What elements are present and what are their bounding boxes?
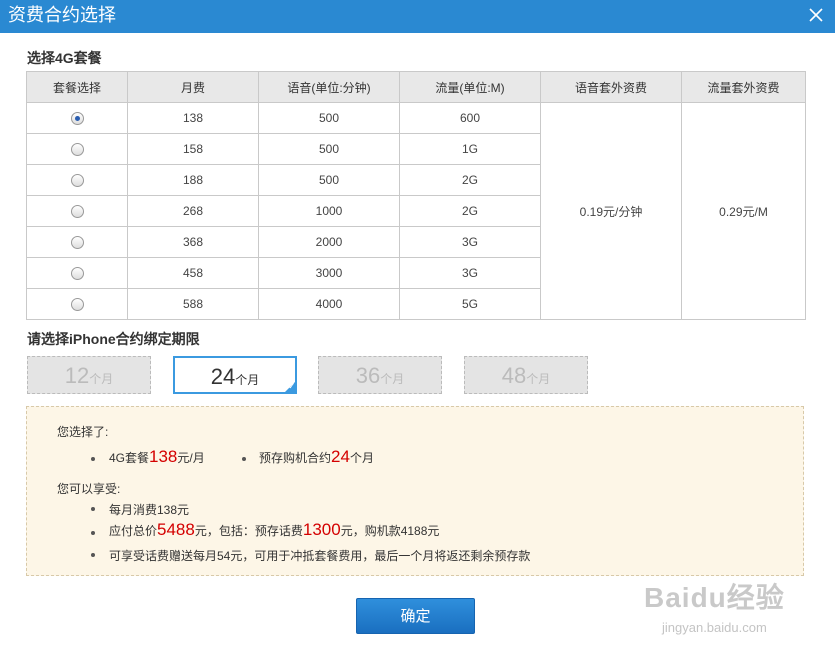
bullet [91, 553, 95, 557]
plan-section-title: 选择4G套餐 [27, 50, 102, 66]
plan-data-cell: 1G [399, 133, 541, 165]
column-header-voice-extra: 语音套外资费 [540, 71, 682, 103]
bullet [91, 531, 95, 535]
column-header-voice: 语音(单位:分钟) [258, 71, 400, 103]
term-number: 12 [64, 363, 90, 388]
column-header-select: 套餐选择 [26, 71, 128, 103]
benefit-heading: 您可以享受: [57, 482, 121, 496]
chosen-contract-value: 24 [331, 447, 350, 466]
plan-voice-cell: 500 [258, 102, 400, 134]
plan-radio[interactable] [70, 205, 84, 219]
plan-fee-cell: 588 [127, 288, 259, 320]
plan-radio[interactable] [70, 267, 84, 281]
term-number: 24 [210, 364, 236, 389]
plan-voice-cell: 2000 [258, 226, 400, 258]
data-extra-rate: 0.29元/M [681, 102, 806, 320]
plan-fee-cell: 268 [127, 195, 259, 227]
term-option-24[interactable]: 24个月 [173, 356, 297, 394]
plan-fee-cell: 158 [127, 133, 259, 165]
plan-fee-cell: 458 [127, 257, 259, 289]
bullet [91, 457, 95, 461]
plan-data-cell: 2G [399, 164, 541, 196]
plan-radio[interactable] [70, 174, 84, 188]
dialog-titlebar: 资费合约选择 [0, 0, 835, 33]
bullet [91, 507, 95, 511]
total-price-value: 5488 [157, 520, 195, 539]
confirm-button[interactable]: 确定 [356, 598, 475, 634]
plan-fee-cell: 138 [127, 102, 259, 134]
plan-select-cell[interactable] [26, 133, 128, 165]
selected-check-icon [283, 380, 297, 394]
plan-data-cell: 3G [399, 257, 541, 289]
plan-data-cell: 600 [399, 102, 541, 134]
plan-select-cell[interactable] [26, 102, 128, 134]
term-unit: 个月 [380, 372, 405, 386]
plan-voice-cell: 3000 [258, 257, 400, 289]
plan-voice-cell: 500 [258, 133, 400, 165]
close-icon[interactable] [806, 5, 826, 25]
watermark-logo: Baidu经验 [644, 582, 785, 613]
column-header-data-extra: 流量套外资费 [681, 71, 806, 103]
plan-table: 套餐选择 月费 语音(单位:分钟) 流量(单位:M) 语音套外资费 流量套外资费… [26, 71, 806, 320]
total-price: 应付总价5488元，包括：预存话费1300元，购机款4188元 [109, 520, 440, 539]
term-number: 36 [355, 363, 381, 388]
bullet [242, 457, 246, 461]
plan-select-cell[interactable] [26, 164, 128, 196]
prepay-value: 1300 [302, 520, 341, 539]
baidu-jingyan-watermark: Baidu经验 jingyan.baidu.com [640, 568, 830, 638]
plan-radio[interactable] [70, 112, 84, 126]
plan-select-cell[interactable] [26, 257, 128, 289]
term-option-48[interactable]: 48个月 [464, 356, 588, 394]
table-header-row: 套餐选择 月费 语音(单位:分钟) 流量(单位:M) 语音套外资费 流量套外资费 [26, 71, 806, 103]
column-header-fee: 月费 [127, 71, 259, 103]
plan-fee-cell: 188 [127, 164, 259, 196]
term-unit: 个月 [526, 372, 551, 386]
plan-data-cell: 2G [399, 195, 541, 227]
dialog-title: 资费合约选择 [8, 5, 116, 25]
term-option-12[interactable]: 12个月 [27, 356, 151, 394]
voice-extra-rate: 0.19元/分钟 [540, 102, 682, 320]
term-unit: 个月 [89, 372, 114, 386]
plan-voice-cell: 1000 [258, 195, 400, 227]
chosen-plan: 4G套餐138元/月 [109, 447, 205, 466]
column-header-data: 流量(单位:M) [399, 71, 541, 103]
chosen-heading: 您选择了: [57, 425, 109, 439]
plan-select-cell[interactable] [26, 288, 128, 320]
watermark-url: jingyan.baidu.com [662, 620, 767, 635]
plan-voice-cell: 500 [258, 164, 400, 196]
selection-summary: 您选择了: 4G套餐138元/月 预存购机合约24个月 您可以享受: 每月消费1… [26, 406, 804, 576]
plan-radio[interactable] [70, 143, 84, 157]
monthly-consumption: 每月消费138元 [109, 503, 190, 517]
plan-voice-cell: 4000 [258, 288, 400, 320]
plan-data-cell: 3G [399, 226, 541, 258]
chosen-plan-value: 138 [149, 447, 178, 466]
plan-fee-cell: 368 [127, 226, 259, 258]
plan-data-cell: 5G [399, 288, 541, 320]
plan-radio[interactable] [70, 298, 84, 312]
term-option-36[interactable]: 36个月 [318, 356, 442, 394]
term-section-title: 请选择iPhone合约绑定期限 [27, 331, 200, 347]
plan-select-cell[interactable] [26, 226, 128, 258]
plan-radio[interactable] [70, 236, 84, 250]
gift-info: 可享受话费赠送每月54元，可用于冲抵套餐费用，最后一个月将返还剩余预存款 [109, 549, 531, 563]
plan-select-cell[interactable] [26, 195, 128, 227]
term-number: 48 [501, 363, 527, 388]
chosen-contract: 预存购机合约24个月 [259, 447, 374, 466]
term-unit: 个月 [235, 373, 260, 387]
table-row[interactable]: 138 500 600 0.19元/分钟 0.29元/M [26, 102, 806, 320]
